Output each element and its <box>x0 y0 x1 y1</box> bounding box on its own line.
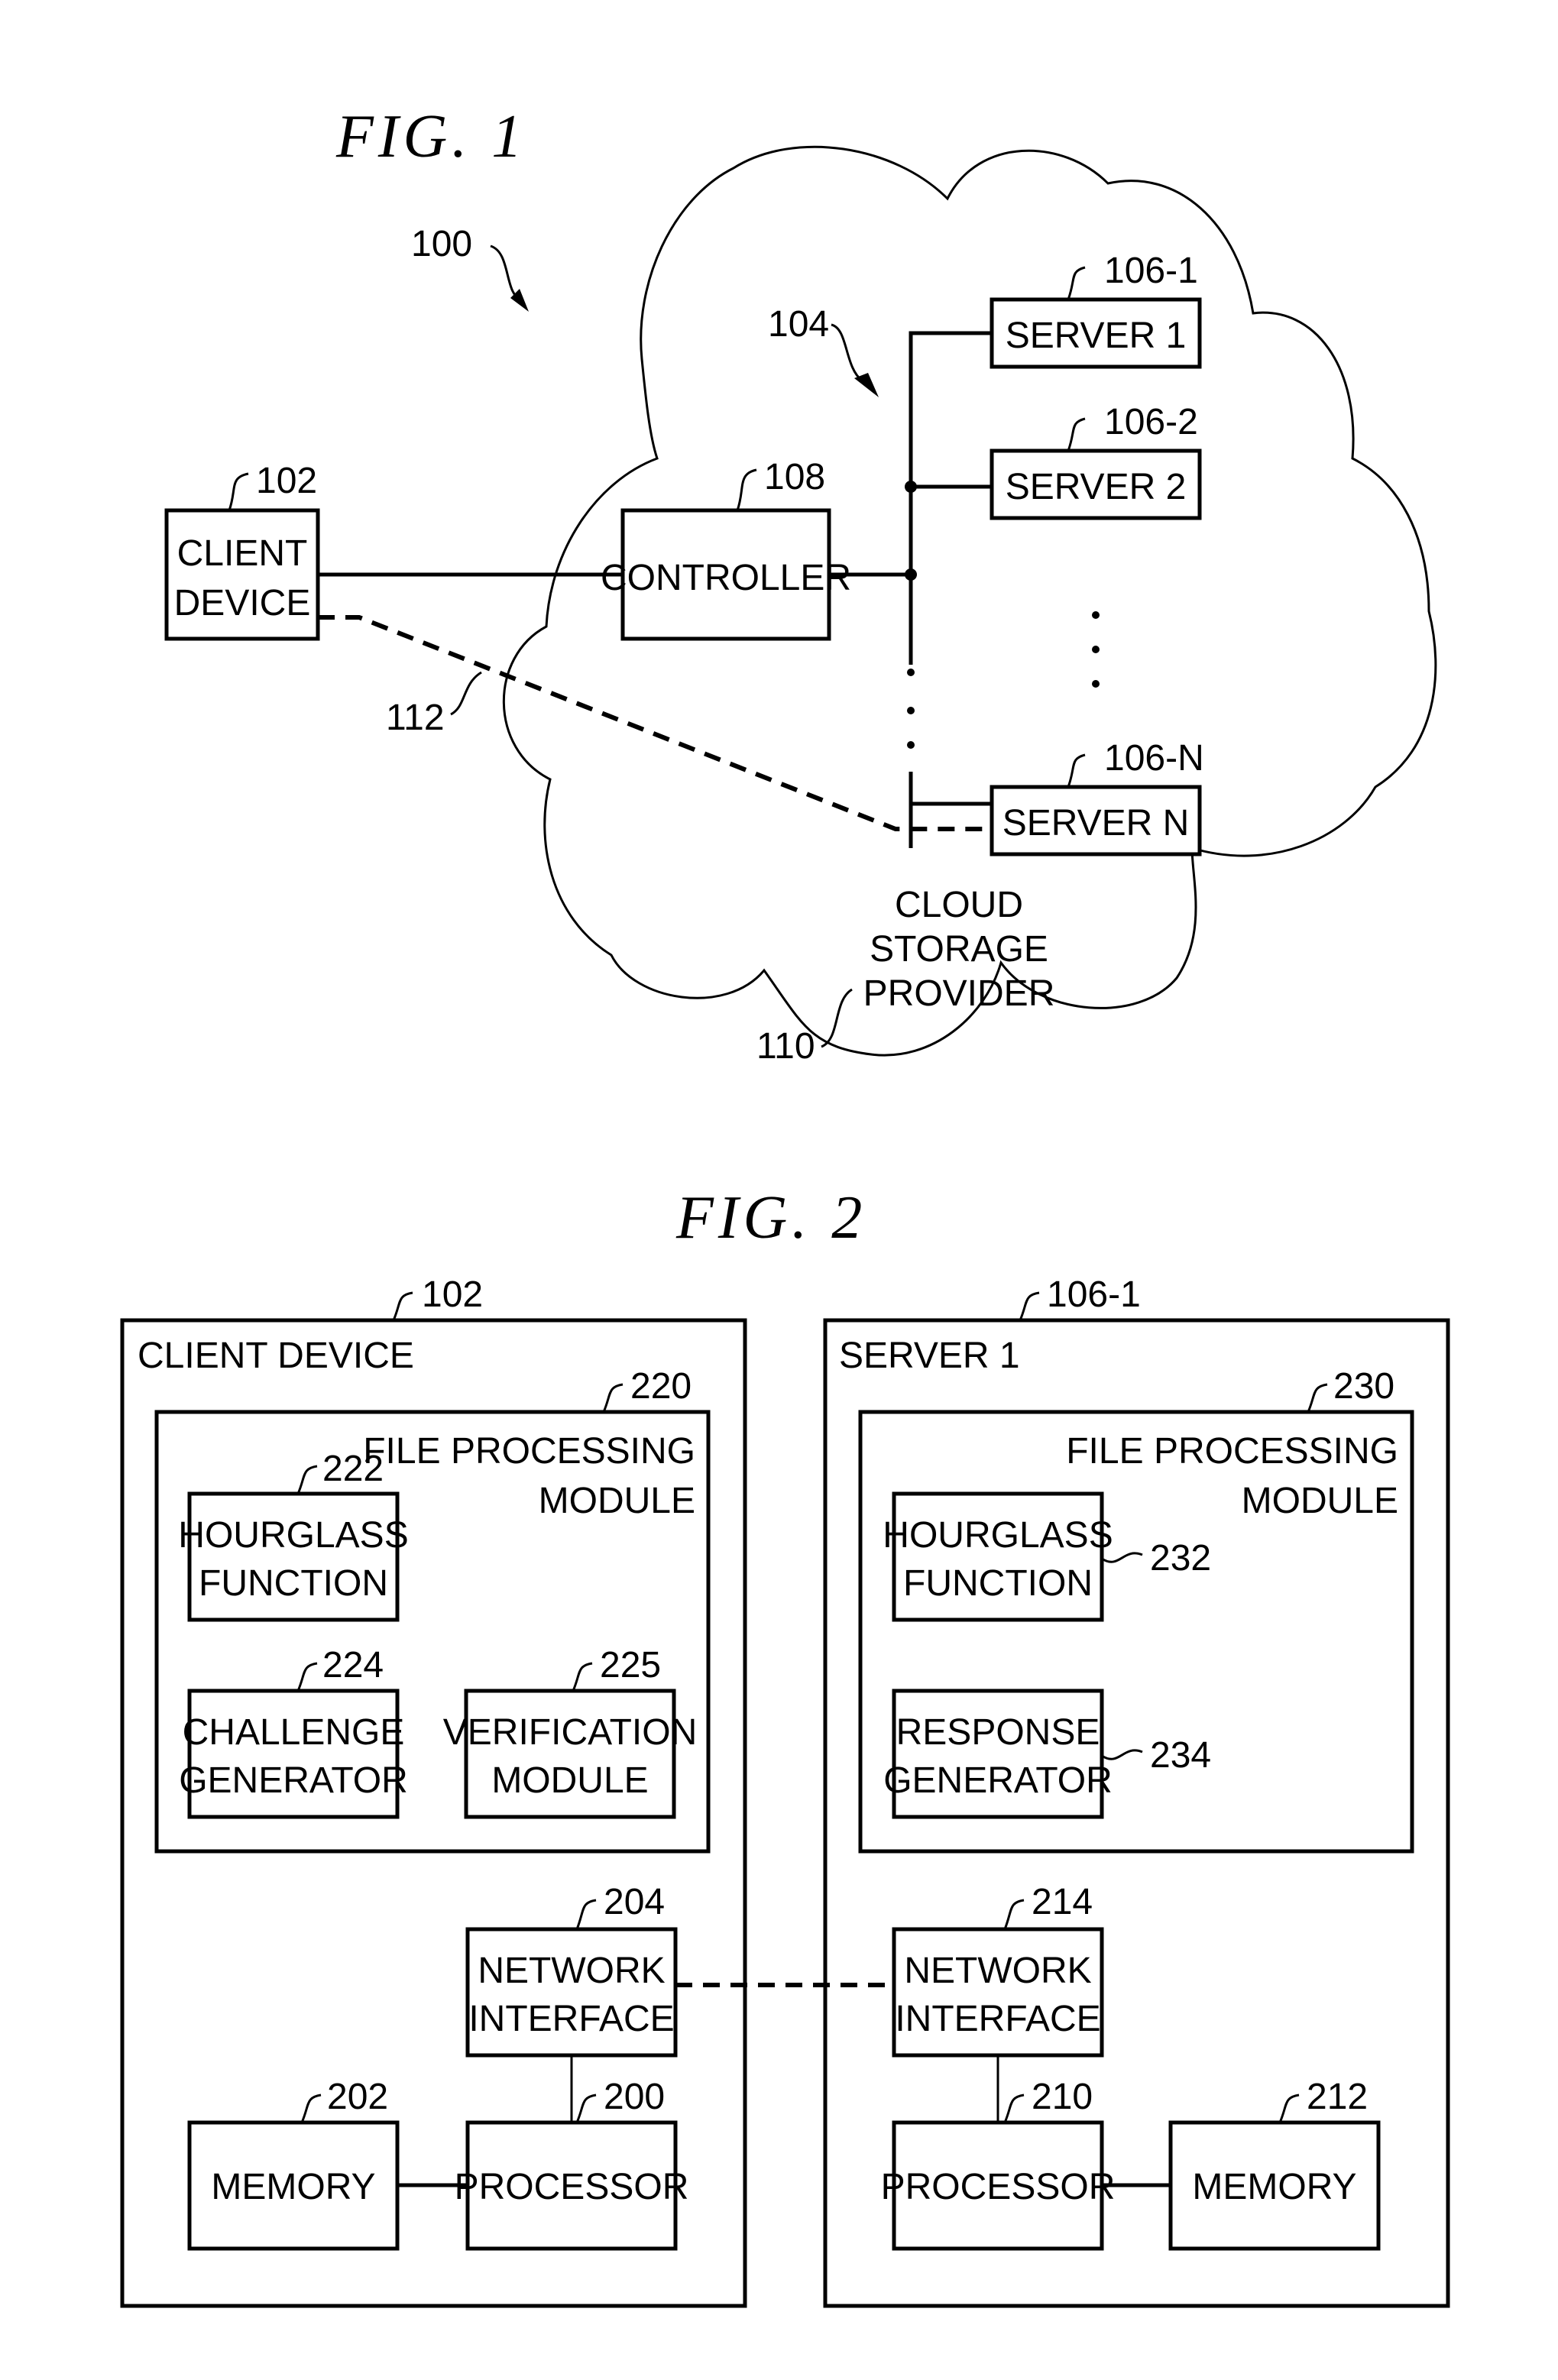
verification-label-2: MODULE <box>491 1760 648 1801</box>
server-processor-label: PROCESSOR <box>881 2167 1116 2207</box>
leader-108 <box>736 468 757 511</box>
servers-ellipsis-2-icon <box>1092 646 1100 653</box>
server-hourglass-label-2: FUNCTION <box>903 1563 1093 1604</box>
ref-104: 104 <box>768 304 829 345</box>
server-ni-label-1: NETWORK <box>904 1951 1091 1991</box>
client-ni-label-2: INTERFACE <box>468 1999 674 2039</box>
ref-fig2-102: 102 <box>422 1274 483 1315</box>
ref-225: 225 <box>600 1645 661 1685</box>
bus-dot-3-icon <box>907 741 915 749</box>
cloud-label-2: STORAGE <box>870 929 1048 970</box>
ref-106-N: 106-N <box>1104 738 1204 779</box>
leader-100 <box>490 244 520 301</box>
cloud-label-1: CLOUD <box>895 885 1023 925</box>
server1-label: SERVER 1 <box>1006 316 1187 356</box>
challenge-label-1: CHALLENGE <box>183 1712 405 1753</box>
servers-ellipsis-3-icon <box>1092 680 1100 688</box>
leader-106-2 <box>1067 417 1086 452</box>
ref-234: 234 <box>1150 1735 1211 1776</box>
ref-222: 222 <box>322 1449 384 1489</box>
server-module-label-1: FILE PROCESSING <box>1066 1431 1398 1472</box>
client-ni-label-1: NETWORK <box>478 1951 665 1991</box>
ref-212: 212 <box>1307 2077 1368 2117</box>
ref-200: 200 <box>604 2077 665 2117</box>
response-label-2: GENERATOR <box>883 1760 1113 1801</box>
serverN-label: SERVER N <box>1002 803 1190 844</box>
challenge-label-2: GENERATOR <box>179 1760 408 1801</box>
client-hourglass-label-2: FUNCTION <box>199 1563 388 1604</box>
client-memory-label: MEMORY <box>211 2167 375 2207</box>
leader-102 <box>228 472 249 511</box>
verification-label-1: VERIFICATION <box>443 1712 697 1753</box>
controller-label: CONTROLLER <box>601 558 851 598</box>
ref-214: 214 <box>1032 1882 1093 1922</box>
server-memory-label: MEMORY <box>1192 2167 1356 2207</box>
ref-102: 102 <box>256 461 317 501</box>
leader-fig2-106-1 <box>1019 1291 1040 1321</box>
network-bus-top <box>909 331 992 787</box>
fig2-title: FIG. 2 <box>675 1184 866 1252</box>
leader-112 <box>450 671 482 716</box>
fig2-server1-label: SERVER 1 <box>839 1336 1020 1376</box>
ref-204: 204 <box>604 1882 665 1922</box>
ref-106-1: 106-1 <box>1104 251 1198 291</box>
leader-110 <box>821 988 853 1048</box>
serverN-link <box>909 772 992 806</box>
ref-232: 232 <box>1150 1538 1211 1579</box>
junction-server2-icon <box>905 481 917 493</box>
bus-dot-1-icon <box>907 669 915 676</box>
ref-110: 110 <box>756 1026 815 1067</box>
response-label-1: RESPONSE <box>896 1712 1100 1753</box>
client-device-label-2: DEVICE <box>174 583 311 623</box>
fig2-client-device-label: CLIENT DEVICE <box>138 1336 414 1376</box>
client-module-label-1: FILE PROCESSING <box>363 1431 695 1472</box>
servers-ellipsis-1-icon <box>1092 611 1100 619</box>
leader-106-1 <box>1067 266 1086 300</box>
ref-202: 202 <box>327 2077 388 2117</box>
server-hourglass-label-1: HOURGLASS <box>883 1515 1113 1556</box>
ref-fig2-106-1: 106-1 <box>1047 1274 1141 1315</box>
leader-fig2-102 <box>392 1291 413 1321</box>
bus-dot-2-icon <box>907 707 915 714</box>
server-ni-label-2: INTERFACE <box>895 1999 1100 2039</box>
leader-106-N <box>1067 753 1086 788</box>
junction-controller-icon <box>905 568 917 581</box>
ref-220: 220 <box>630 1366 692 1407</box>
ref-112: 112 <box>386 698 445 738</box>
ref-224: 224 <box>322 1645 384 1685</box>
ref-210: 210 <box>1032 2077 1093 2117</box>
fig1-title: FIG. 1 <box>335 103 526 170</box>
client-device-label-1: CLIENT <box>177 533 308 574</box>
client-hourglass-label-1: HOURGLASS <box>178 1515 408 1556</box>
server-module-label-2: MODULE <box>1242 1481 1398 1521</box>
client-processor-label: PROCESSOR <box>455 2167 689 2207</box>
ref-108: 108 <box>764 457 825 497</box>
ref-106-2: 106-2 <box>1104 402 1198 442</box>
cloud-label-3: PROVIDER <box>863 973 1055 1014</box>
server2-label: SERVER 2 <box>1006 467 1187 507</box>
patent-figures: FIG. 1 100 104 CLIENT DEVICE 102 CONTROL… <box>120 103 1450 2308</box>
ref-230: 230 <box>1333 1366 1394 1407</box>
client-module-label-2: MODULE <box>539 1481 695 1521</box>
leader-104 <box>831 323 863 382</box>
ref-100: 100 <box>411 224 472 264</box>
